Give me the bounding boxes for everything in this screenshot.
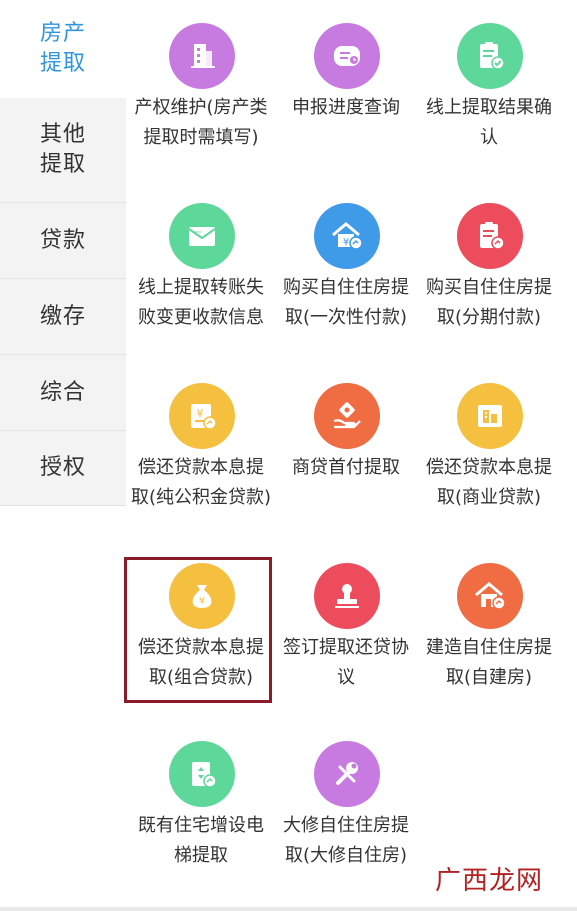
tile-purchase-lump-sum[interactable]: ¥ 购买自住住房提取(一次性付款) (271, 203, 413, 373)
hand-coin-icon (314, 383, 380, 449)
tile-repay-provident-loan[interactable]: ¥ 偿还贷款本息提取(纯公积金贷款) (126, 383, 271, 553)
house-build-icon (457, 563, 523, 629)
tile-label: 既有住宅增设电梯提取 (138, 815, 264, 866)
stamp-icon (314, 563, 380, 629)
sidebar-item-label: 缴存 (39, 303, 86, 329)
clipboard-installment-icon (457, 203, 523, 269)
tile-label: 线上提取结果确认 (426, 97, 552, 148)
sidebar-item-label: 其他提取 (39, 122, 86, 177)
tile-label: 签订提取还贷协议 (283, 637, 409, 688)
house-yuan-icon: ¥ (314, 203, 380, 269)
tile-label: 偿还贷款本息提取(商业贷款) (426, 457, 552, 508)
sidebar-item-general[interactable]: 综合 (0, 355, 126, 431)
tile-label: 购买自住住房提取(一次性付款) (283, 277, 409, 328)
progress-query-icon (314, 23, 380, 89)
tile-property-maintenance[interactable]: 产权维护(房产类提取时需填写) (126, 23, 268, 193)
tile-label: 线上提取转账失败变更收款信息 (138, 277, 264, 328)
sidebar-item-label: 房产提取 (39, 21, 86, 76)
tile-online-result-confirm[interactable]: 线上提取结果确认 (414, 23, 556, 193)
category-sidebar: 房产提取 其他提取 贷款 缴存 综合 授权 (0, 0, 126, 506)
tile-repay-commercial-loan[interactable]: 偿还贷款本息提取(商业贷款) (414, 383, 556, 553)
sidebar-item-label: 授权 (39, 455, 86, 480)
tile-commercial-down-payment[interactable]: 商贷首付提取 (271, 383, 413, 553)
tile-label: 申报进度查询 (292, 97, 400, 118)
svg-text:¥: ¥ (197, 407, 204, 420)
tile-label: 大修自住住房提取(大修自住房) (283, 815, 409, 866)
sidebar-item-label: 综合 (39, 379, 86, 405)
tile-sign-repayment-agreement[interactable]: 签订提取还贷协议 (271, 563, 413, 733)
envelope-icon (169, 203, 235, 269)
elevator-icon (169, 741, 235, 807)
tile-purchase-installment[interactable]: 购买自住住房提取(分期付款) (414, 203, 556, 373)
sidebar-item-loan[interactable]: 贷款 (0, 203, 126, 279)
tile-label: 产权维护(房产类提取时需填写) (134, 97, 268, 148)
building-icon (169, 23, 235, 89)
bottom-divider (0, 907, 577, 911)
app: 房产提取 其他提取 贷款 缴存 综合 授权 产权维护(房产类提取时需填写) 申报… (0, 0, 577, 911)
tile-elevator-installation[interactable]: 既有住宅增设电梯提取 (126, 741, 268, 911)
svg-text:¥: ¥ (343, 237, 349, 248)
sidebar-item-deposit[interactable]: 缴存 (0, 279, 126, 355)
building-card-icon (457, 383, 523, 449)
tile-major-repair[interactable]: 大修自住住房提取(大修自住房) (271, 741, 413, 911)
tile-label: 购买自住住房提取(分期付款) (426, 277, 552, 328)
wrench-icon (314, 741, 380, 807)
sidebar-item-property-withdrawal[interactable]: 房产提取 (0, 0, 126, 98)
tile-label: 商贷首付提取 (292, 457, 400, 478)
tile-label: 建造自住住房提取(自建房) (426, 637, 552, 688)
tile-progress-query[interactable]: 申报进度查询 (271, 23, 413, 193)
yuan-card-icon: ¥ (169, 383, 235, 449)
service-grid: 产权维护(房产类提取时需填写) 申报进度查询 线上提取结果确认 线上提取转账失败… (124, 0, 577, 911)
selection-highlight (124, 557, 272, 703)
sidebar-item-label: 贷款 (39, 227, 86, 253)
clipboard-check-icon (457, 23, 523, 89)
tile-transfer-failure-change[interactable]: 线上提取转账失败变更收款信息 (126, 203, 268, 373)
watermark-logo: 广西龙网 (434, 866, 543, 896)
tile-self-build-house[interactable]: 建造自住住房提取(自建房) (414, 563, 556, 733)
tile-label: 偿还贷款本息提取(纯公积金贷款) (130, 457, 272, 508)
sidebar-item-other-withdrawal[interactable]: 其他提取 (0, 98, 126, 203)
sidebar-item-authorization[interactable]: 授权 (0, 431, 126, 506)
